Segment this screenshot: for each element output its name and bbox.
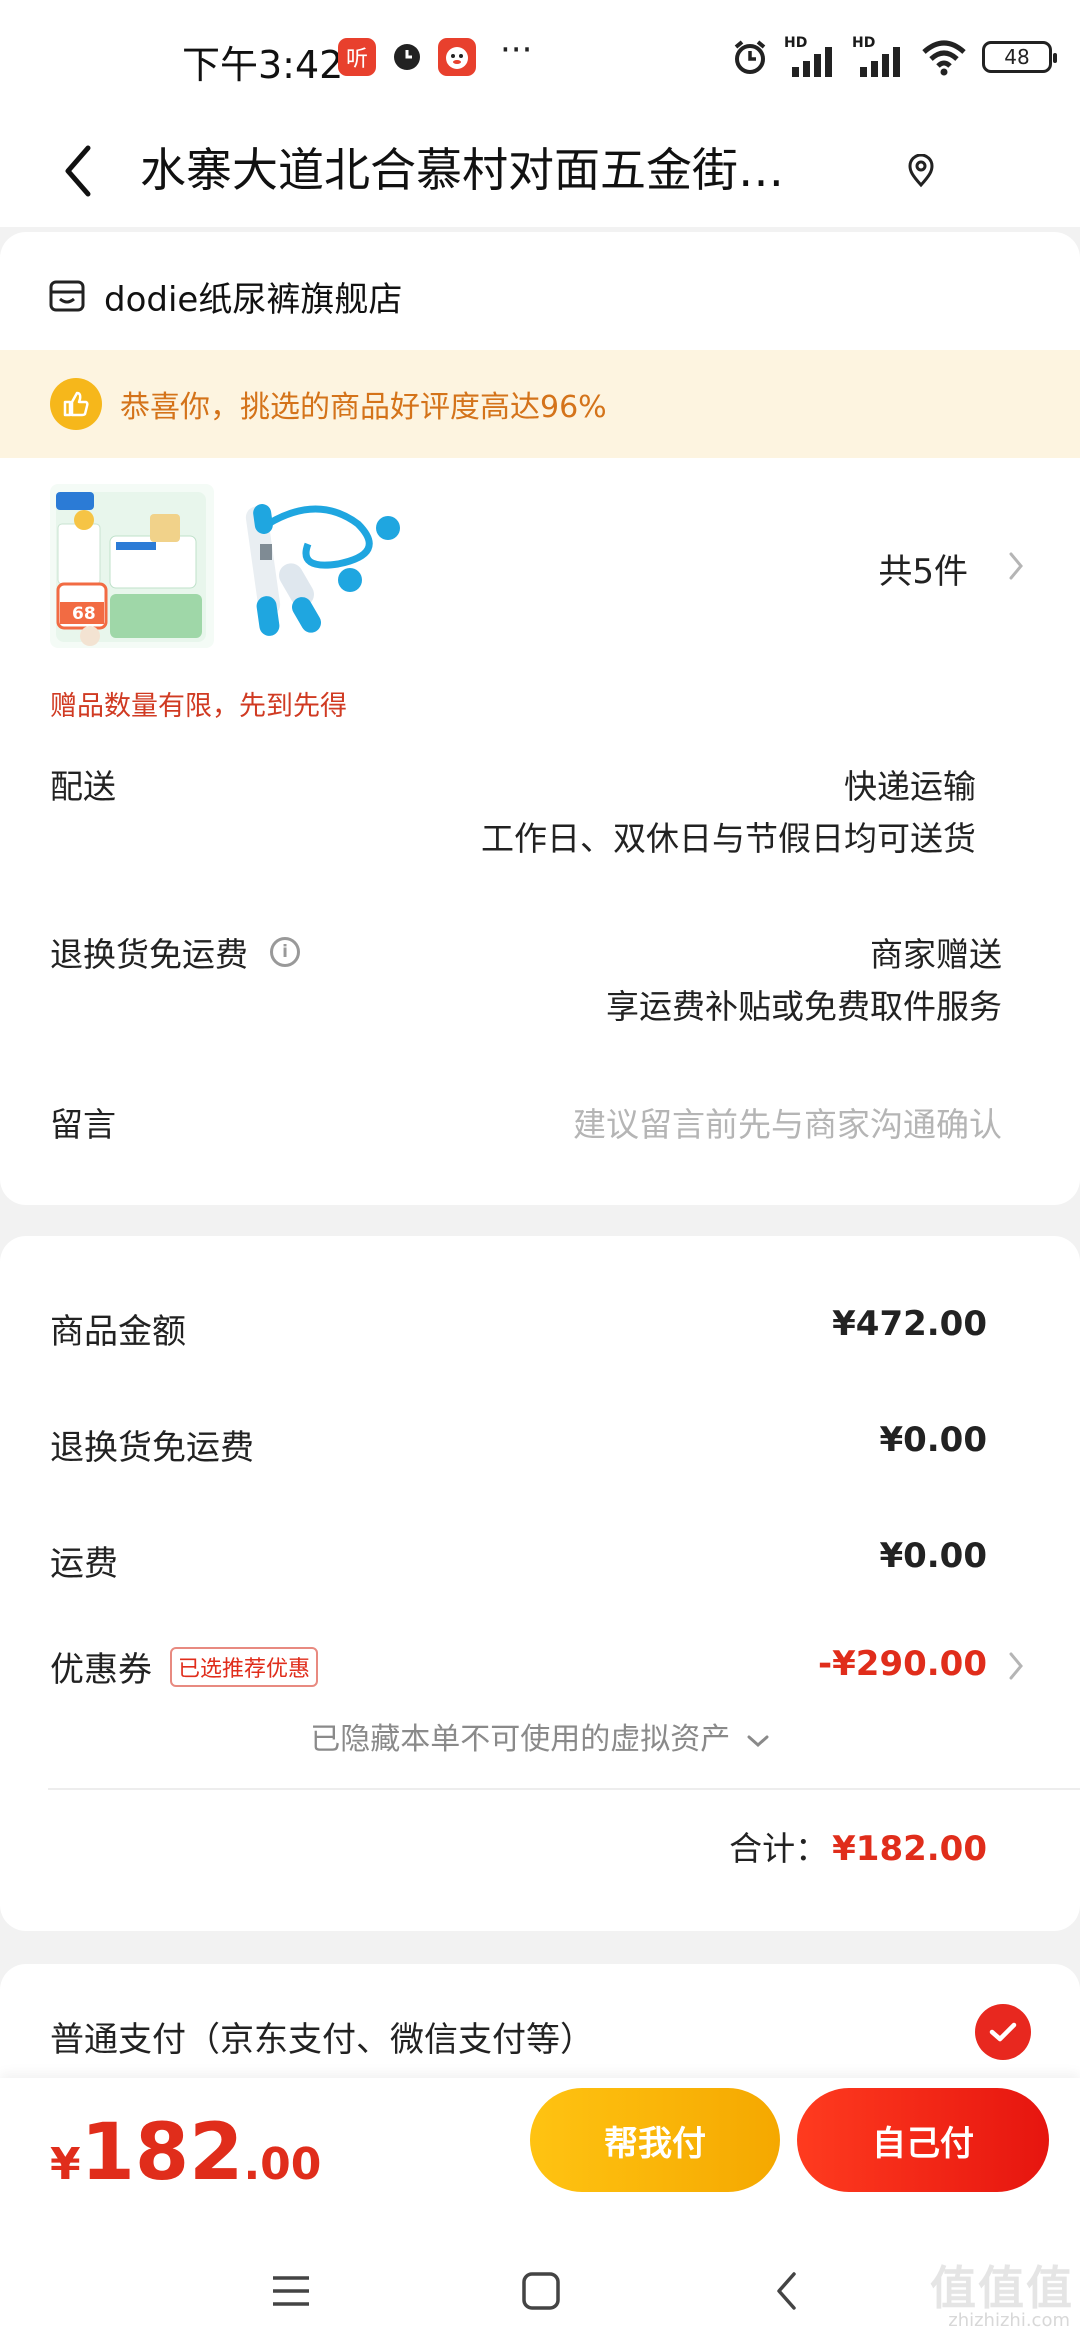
back-nav-icon: [777, 2272, 796, 2310]
return-fee-label: 退换货免运费: [50, 1428, 254, 1468]
mascot-app-icon: [438, 38, 476, 76]
order-card: dodie纸尿裤旗舰店 恭喜你，挑选的商品好评度高达96% 68 共5件 赠品数…: [0, 232, 1080, 1205]
back-button[interactable]: [48, 137, 108, 205]
home-nav-button[interactable]: [506, 2256, 576, 2326]
chevron-down-icon: [747, 1735, 769, 1747]
return-fee-value: ¥0.00: [879, 1420, 987, 1460]
product-image-diapers[interactable]: 68: [50, 484, 214, 648]
listen-app-label: 听: [345, 47, 368, 72]
shop-row[interactable]: dodie纸尿裤旗舰店: [48, 268, 402, 324]
return-shipping-label: 退换货免运费: [50, 935, 248, 974]
info-icon[interactable]: i: [270, 937, 300, 967]
watermark-url: zhizhizhi.com: [948, 2310, 1070, 2331]
coupon-value[interactable]: -¥290.00: [818, 1644, 987, 1684]
pay-amount: ¥ 182 .00: [50, 2108, 321, 2198]
payment-method-label[interactable]: 普通支付（京东支付、微信支付等）: [50, 2012, 594, 2061]
signal-hd-2-icon: HD: [852, 35, 906, 77]
battery-icon: 48: [982, 41, 1057, 73]
total-value: ¥182.00: [832, 1829, 987, 1869]
goods-amount-value: ¥472.00: [832, 1304, 987, 1344]
price-symbol: ¥: [50, 2139, 81, 2190]
status-time: 下午3:42: [182, 43, 344, 87]
menu-icon: [273, 2276, 309, 2306]
total-row: 合计： ¥182.00: [729, 1822, 987, 1870]
coupon-tag: 已选推荐优惠: [170, 1646, 319, 1687]
praise-text: 恭喜你，挑选的商品好评度高达96%: [120, 390, 607, 425]
shipping-fee-value: ¥0.00: [879, 1536, 987, 1576]
thumbs-up-icon: [50, 378, 102, 430]
message-label: 留言: [50, 1105, 116, 1144]
shop-icon: [49, 280, 85, 312]
signal-hd-1-icon: HD: [784, 35, 838, 77]
location-button[interactable]: [893, 141, 949, 201]
total-label: 合计：: [729, 1829, 829, 1868]
alarm-icon: [734, 40, 766, 74]
wifi-icon: [922, 40, 966, 76]
back-nav-button[interactable]: [752, 2256, 822, 2326]
return-shipping-row: 退换货免运费 i: [50, 928, 300, 976]
delivery-label: 配送: [50, 767, 116, 806]
clock-app-icon: [388, 38, 426, 76]
coupon-chevron-icon[interactable]: [1006, 1650, 1026, 1682]
coupon-label: 优惠券: [50, 1650, 152, 1690]
gift-note: 赠品数量有限，先到先得: [50, 691, 347, 722]
bottom-action-bar: ¥ 182 .00 帮我付 自己付: [0, 2078, 1080, 2240]
help-pay-button[interactable]: 帮我付: [530, 2088, 780, 2192]
self-pay-button[interactable]: 自己付: [797, 2088, 1049, 2192]
location-pin-icon: [908, 154, 934, 188]
more-notifications-icon: ···: [500, 30, 533, 70]
return-shipping-desc: 享运费补贴或免费取件服务: [606, 987, 1002, 1026]
product-price-badge: 68: [72, 604, 96, 624]
price-integer: 182: [80, 2108, 244, 2198]
status-right-group: HD HD 48: [730, 35, 1057, 78]
return-shipping-value: 商家赠送: [870, 935, 1002, 974]
watermark-logo: 值值值: [930, 2261, 1074, 2315]
delivery-method[interactable]: 快递运输: [844, 760, 976, 808]
message-input[interactable]: 建议留言前先与商家沟通确认: [573, 1098, 1002, 1146]
hidden-assets-toggle[interactable]: 已隐藏本单不可使用的虚拟资产: [0, 1714, 1080, 1758]
home-square-icon: [522, 2272, 560, 2310]
goods-amount-label: 商品金额: [50, 1312, 186, 1352]
battery-level: 48: [1004, 45, 1030, 69]
item-count[interactable]: 共5件: [878, 544, 968, 593]
shipping-fee-label: 运费: [50, 1544, 118, 1584]
amount-divider: [48, 1788, 1080, 1790]
coupon-row[interactable]: 优惠券 已选推荐优惠: [50, 1642, 319, 1691]
product-image-jump-rope[interactable]: [238, 484, 402, 648]
menu-nav-button[interactable]: [256, 2256, 326, 2326]
shop-name: dodie纸尿裤旗舰店: [104, 279, 403, 320]
amount-card: 商品金额 ¥472.00 退换货免运费 ¥0.00 运费 ¥0.00 优惠券 已…: [0, 1236, 1080, 1931]
status-bar: 下午3:42 听 ··· HD HD 48: [0, 0, 1080, 115]
checkmark-icon[interactable]: [975, 2004, 1031, 2060]
listen-app-icon: 听: [338, 38, 376, 76]
hidden-assets-text: 已隐藏本单不可使用的虚拟资产: [310, 1722, 731, 1757]
nav-header: 水寨大道北合慕村对面五金街…: [0, 115, 1080, 227]
delivery-schedule[interactable]: 工作日、双休日与节假日均可送货: [481, 812, 976, 860]
praise-banner: 恭喜你，挑选的商品好评度高达96%: [0, 350, 1080, 458]
address-title[interactable]: 水寨大道北合慕村对面五金街…: [140, 135, 860, 205]
price-decimal: .00: [243, 2139, 322, 2190]
back-arrow-icon: [65, 145, 91, 197]
system-nav-bar: 值值值 zhizhizhi.com: [0, 2240, 1080, 2340]
chevron-right-icon[interactable]: [1006, 550, 1026, 582]
